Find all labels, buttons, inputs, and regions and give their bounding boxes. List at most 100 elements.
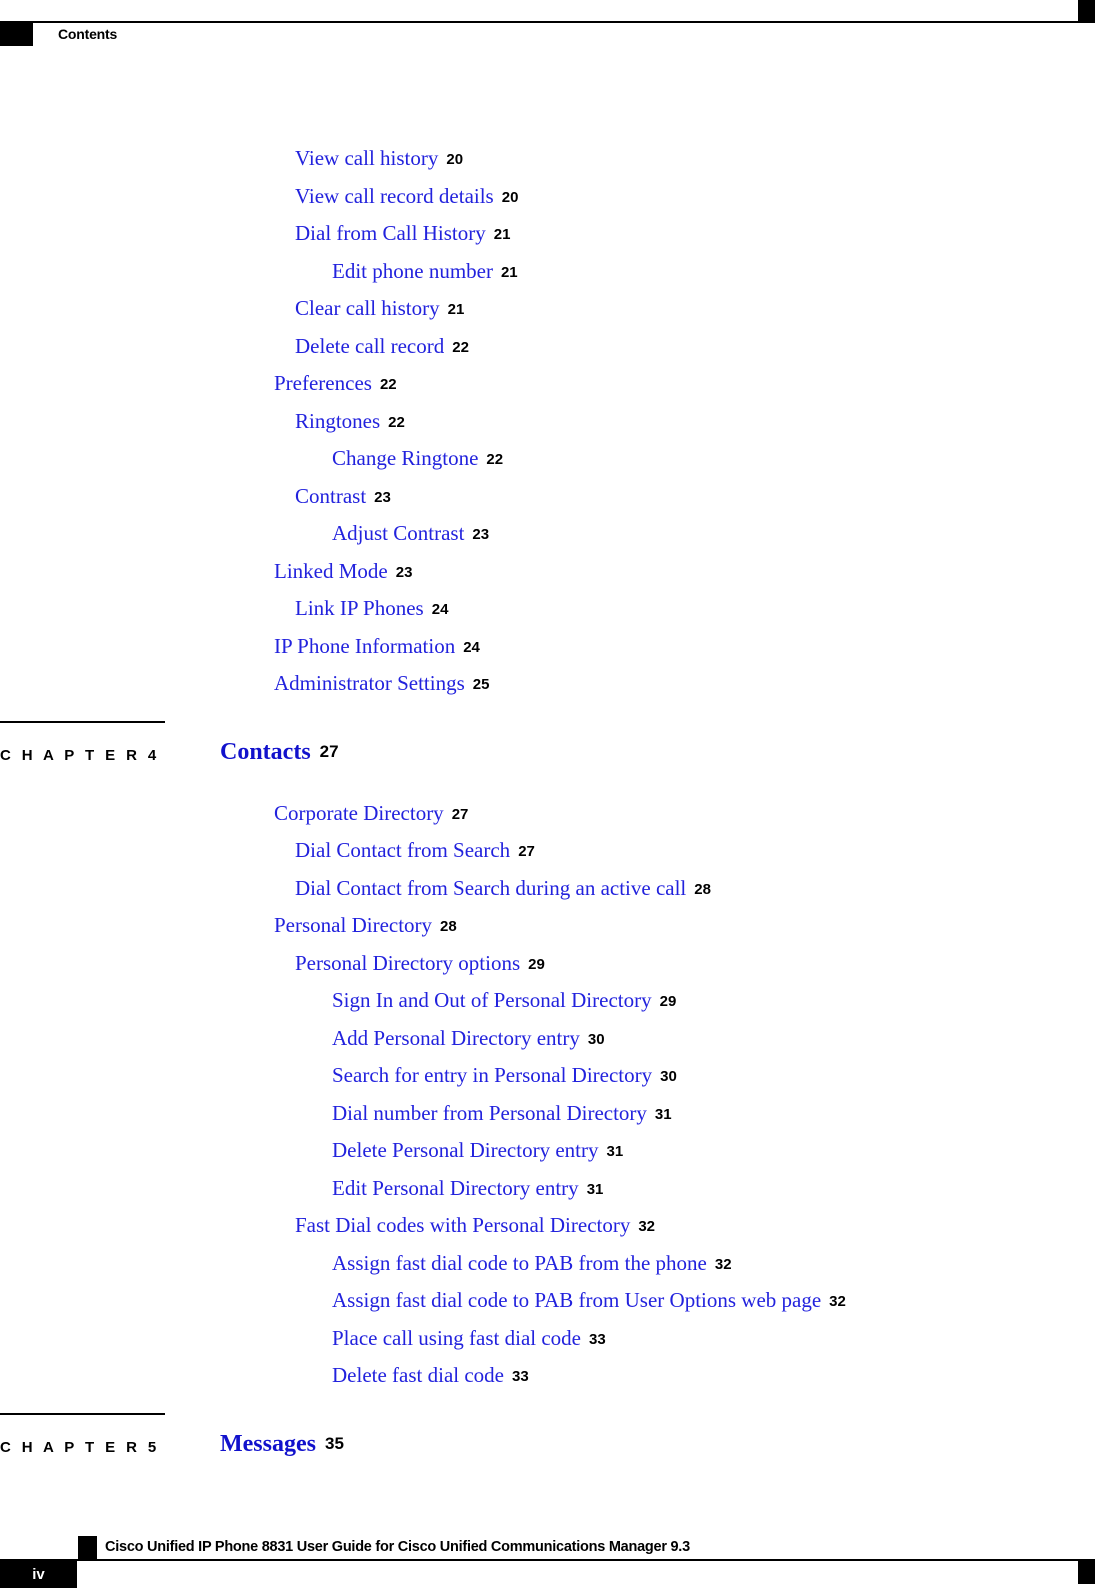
toc-entry[interactable]: Delete Personal Directory entry 31 [0,1132,1095,1170]
toc-entry-label[interactable]: Administrator Settings [274,671,465,695]
toc-entry-label[interactable]: Assign fast dial code to PAB from the ph… [332,1251,707,1275]
toc-entry-label[interactable]: Personal Directory options [295,951,520,975]
chapter-title-group[interactable]: Contacts 27 [220,739,339,766]
toc-entry[interactable]: Dial from Call History 21 [0,215,1095,253]
toc-entry[interactable]: Delete fast dial code 33 [0,1357,1095,1395]
toc-entry[interactable]: Sign In and Out of Personal Directory 29 [0,982,1095,1020]
toc-entry-page-number: 22 [379,376,397,393]
toc-entry[interactable]: Search for entry in Personal Directory 30 [0,1057,1095,1095]
toc-entry-label[interactable]: Delete fast dial code [332,1363,504,1387]
toc-entry-label[interactable]: Link IP Phones [295,596,424,620]
toc-entry-page-number: 32 [638,1218,656,1235]
chapter-page-number: 35 [324,1433,344,1453]
toc-entry-label[interactable]: Preferences [274,371,372,395]
toc-entry-page-number: 28 [440,918,457,935]
toc-entry-label[interactable]: IP Phone Information [274,634,455,658]
toc-entry[interactable]: Linked Mode 23 [0,553,1095,591]
toc-entry-page-number: 25 [472,676,490,693]
chapter-title-link[interactable]: Contacts [220,739,311,765]
toc-entry-label[interactable]: Adjust Contrast [332,521,464,545]
toc-entry-label[interactable]: View call record details [295,184,494,208]
toc-entry-page-number: 23 [472,526,490,543]
toc-entry[interactable]: Ringtones 22 [0,403,1095,441]
toc-entry-label[interactable]: Dial Contact from Search [295,838,510,862]
toc-chapter-blocks: C H A P T E R 4 Contacts 27 Corporate Direc… [0,720,1095,1481]
toc-entry-label[interactable]: Contrast [295,484,366,508]
chapter-number-label: C H A P T E R 5 [0,1438,160,1456]
toc-entry-label[interactable]: Personal Directory [274,913,432,937]
toc-entry[interactable]: View call record details 20 [0,178,1095,216]
toc-entry[interactable]: Corporate Directory 27 [0,795,1095,833]
toc-entry[interactable]: Place call using fast dial code 33 [0,1320,1095,1358]
toc-entry-label[interactable]: Delete call record [295,334,444,358]
toc-entry[interactable]: Link IP Phones 24 [0,590,1095,628]
toc-entry[interactable]: Personal Directory 28 [0,907,1095,945]
toc-entry-page-number: 21 [447,301,465,318]
toc-entry-page-number: 27 [451,805,469,823]
toc-entry-page-number: 29 [659,993,677,1010]
footer-corner-bar-icon [1078,1559,1095,1584]
toc-entry-label[interactable]: Dial number from Personal Directory [332,1101,647,1125]
running-header-title: Contents [58,26,118,42]
toc-entry-page-number: 20 [501,188,519,206]
toc-entry[interactable]: Assign fast dial code to PAB from User O… [0,1282,1095,1320]
toc-chapter-block: C H A P T E R 4 Contacts 27 Corporate Direc… [0,720,1095,1395]
toc-entry[interactable]: Personal Directory options 29 [0,945,1095,983]
chapter-title-group[interactable]: Messages 35 [220,1431,344,1458]
toc-entry[interactable]: IP Phone Information 24 [0,628,1095,666]
toc-entry-page-number: 32 [714,1255,732,1273]
toc-entry-page-number: 33 [589,1330,606,1348]
toc-entry-label[interactable]: Place call using fast dial code [332,1326,581,1350]
toc-entry[interactable]: Change Ringtone 22 [0,440,1095,478]
toc-entry[interactable]: Add Personal Directory entry 30 [0,1020,1095,1058]
toc-entry-page-number: 24 [431,601,449,618]
toc-entry-page-number: 22 [486,451,504,468]
toc-entry-page-number: 29 [528,955,545,973]
footer-divider-rule [0,1559,1095,1561]
toc-entry-page-number: 23 [374,488,391,506]
toc-entry-label[interactable]: Clear call history [295,296,440,320]
toc-chapter-block: C H A P T E R 5 Messages 35 [0,1412,1095,1481]
toc-entry[interactable]: Preferences 22 [0,365,1095,403]
toc-entry[interactable]: Adjust Contrast 23 [0,515,1095,553]
toc-entry-label[interactable]: Delete Personal Directory entry [332,1138,598,1162]
chapter-entry-list: Corporate Directory 27 Dial Contact from S… [0,795,1095,1395]
toc-entry-label[interactable]: Sign In and Out of Personal Directory [332,988,652,1012]
toc-entry-page-number: 22 [388,413,405,431]
toc-entry-label[interactable]: Assign fast dial code to PAB from User O… [332,1288,821,1312]
toc-entry-page-number: 21 [500,263,518,281]
toc-entry-label[interactable]: Ringtones [295,409,380,433]
toc-entry-label[interactable]: Corporate Directory [274,801,444,825]
toc-entry[interactable]: Edit Personal Directory entry 31 [0,1170,1095,1208]
toc-entry-label[interactable]: Edit phone number [332,259,493,283]
toc-entry[interactable]: Dial Contact from Search 27 [0,832,1095,870]
toc-entry[interactable]: Dial Contact from Search during an activ… [0,870,1095,908]
toc-entry[interactable]: View call history 20 [0,140,1095,178]
toc-entry[interactable]: Assign fast dial code to PAB from the ph… [0,1245,1095,1283]
toc-continued-entries: View call history 20 View call record deta… [0,140,1095,703]
toc-entry-label[interactable]: Fast Dial codes with Personal Directory [295,1213,630,1237]
toc-entry-label[interactable]: Add Personal Directory entry [332,1026,580,1050]
toc-entry-label[interactable]: Dial from Call History [295,221,486,245]
table-of-contents: View call history 20 View call record deta… [0,140,1095,1487]
toc-entry-page-number: 21 [493,226,511,243]
toc-entry-page-number: 22 [452,338,469,356]
toc-entry-label[interactable]: Linked Mode [274,559,388,583]
toc-entry-label[interactable]: Search for entry in Personal Directory [332,1063,652,1087]
toc-entry[interactable]: Clear call history 21 [0,290,1095,328]
chapter-page-number: 27 [319,741,339,761]
toc-entry[interactable]: Contrast 23 [0,478,1095,516]
toc-entry[interactable]: Delete call record 22 [0,328,1095,366]
toc-entry[interactable]: Fast Dial codes with Personal Directory 3… [0,1207,1095,1245]
toc-entry-label[interactable]: Dial Contact from Search during an activ… [295,876,686,900]
header-corner-bar-icon [1078,0,1095,23]
chapter-title-link[interactable]: Messages [220,1431,316,1457]
chapter-heading-row: C H A P T E R 4 Contacts 27 [0,721,1095,789]
toc-entry-label[interactable]: View call history [295,146,438,170]
toc-entry[interactable]: Edit phone number 21 [0,253,1095,291]
toc-entry[interactable]: Administrator Settings 25 [0,665,1095,703]
toc-entry-label[interactable]: Edit Personal Directory entry [332,1176,579,1200]
toc-entry-label[interactable]: Change Ringtone [332,446,478,470]
toc-entry[interactable]: Dial number from Personal Directory 31 [0,1095,1095,1133]
toc-entry-page-number: 20 [446,151,464,168]
